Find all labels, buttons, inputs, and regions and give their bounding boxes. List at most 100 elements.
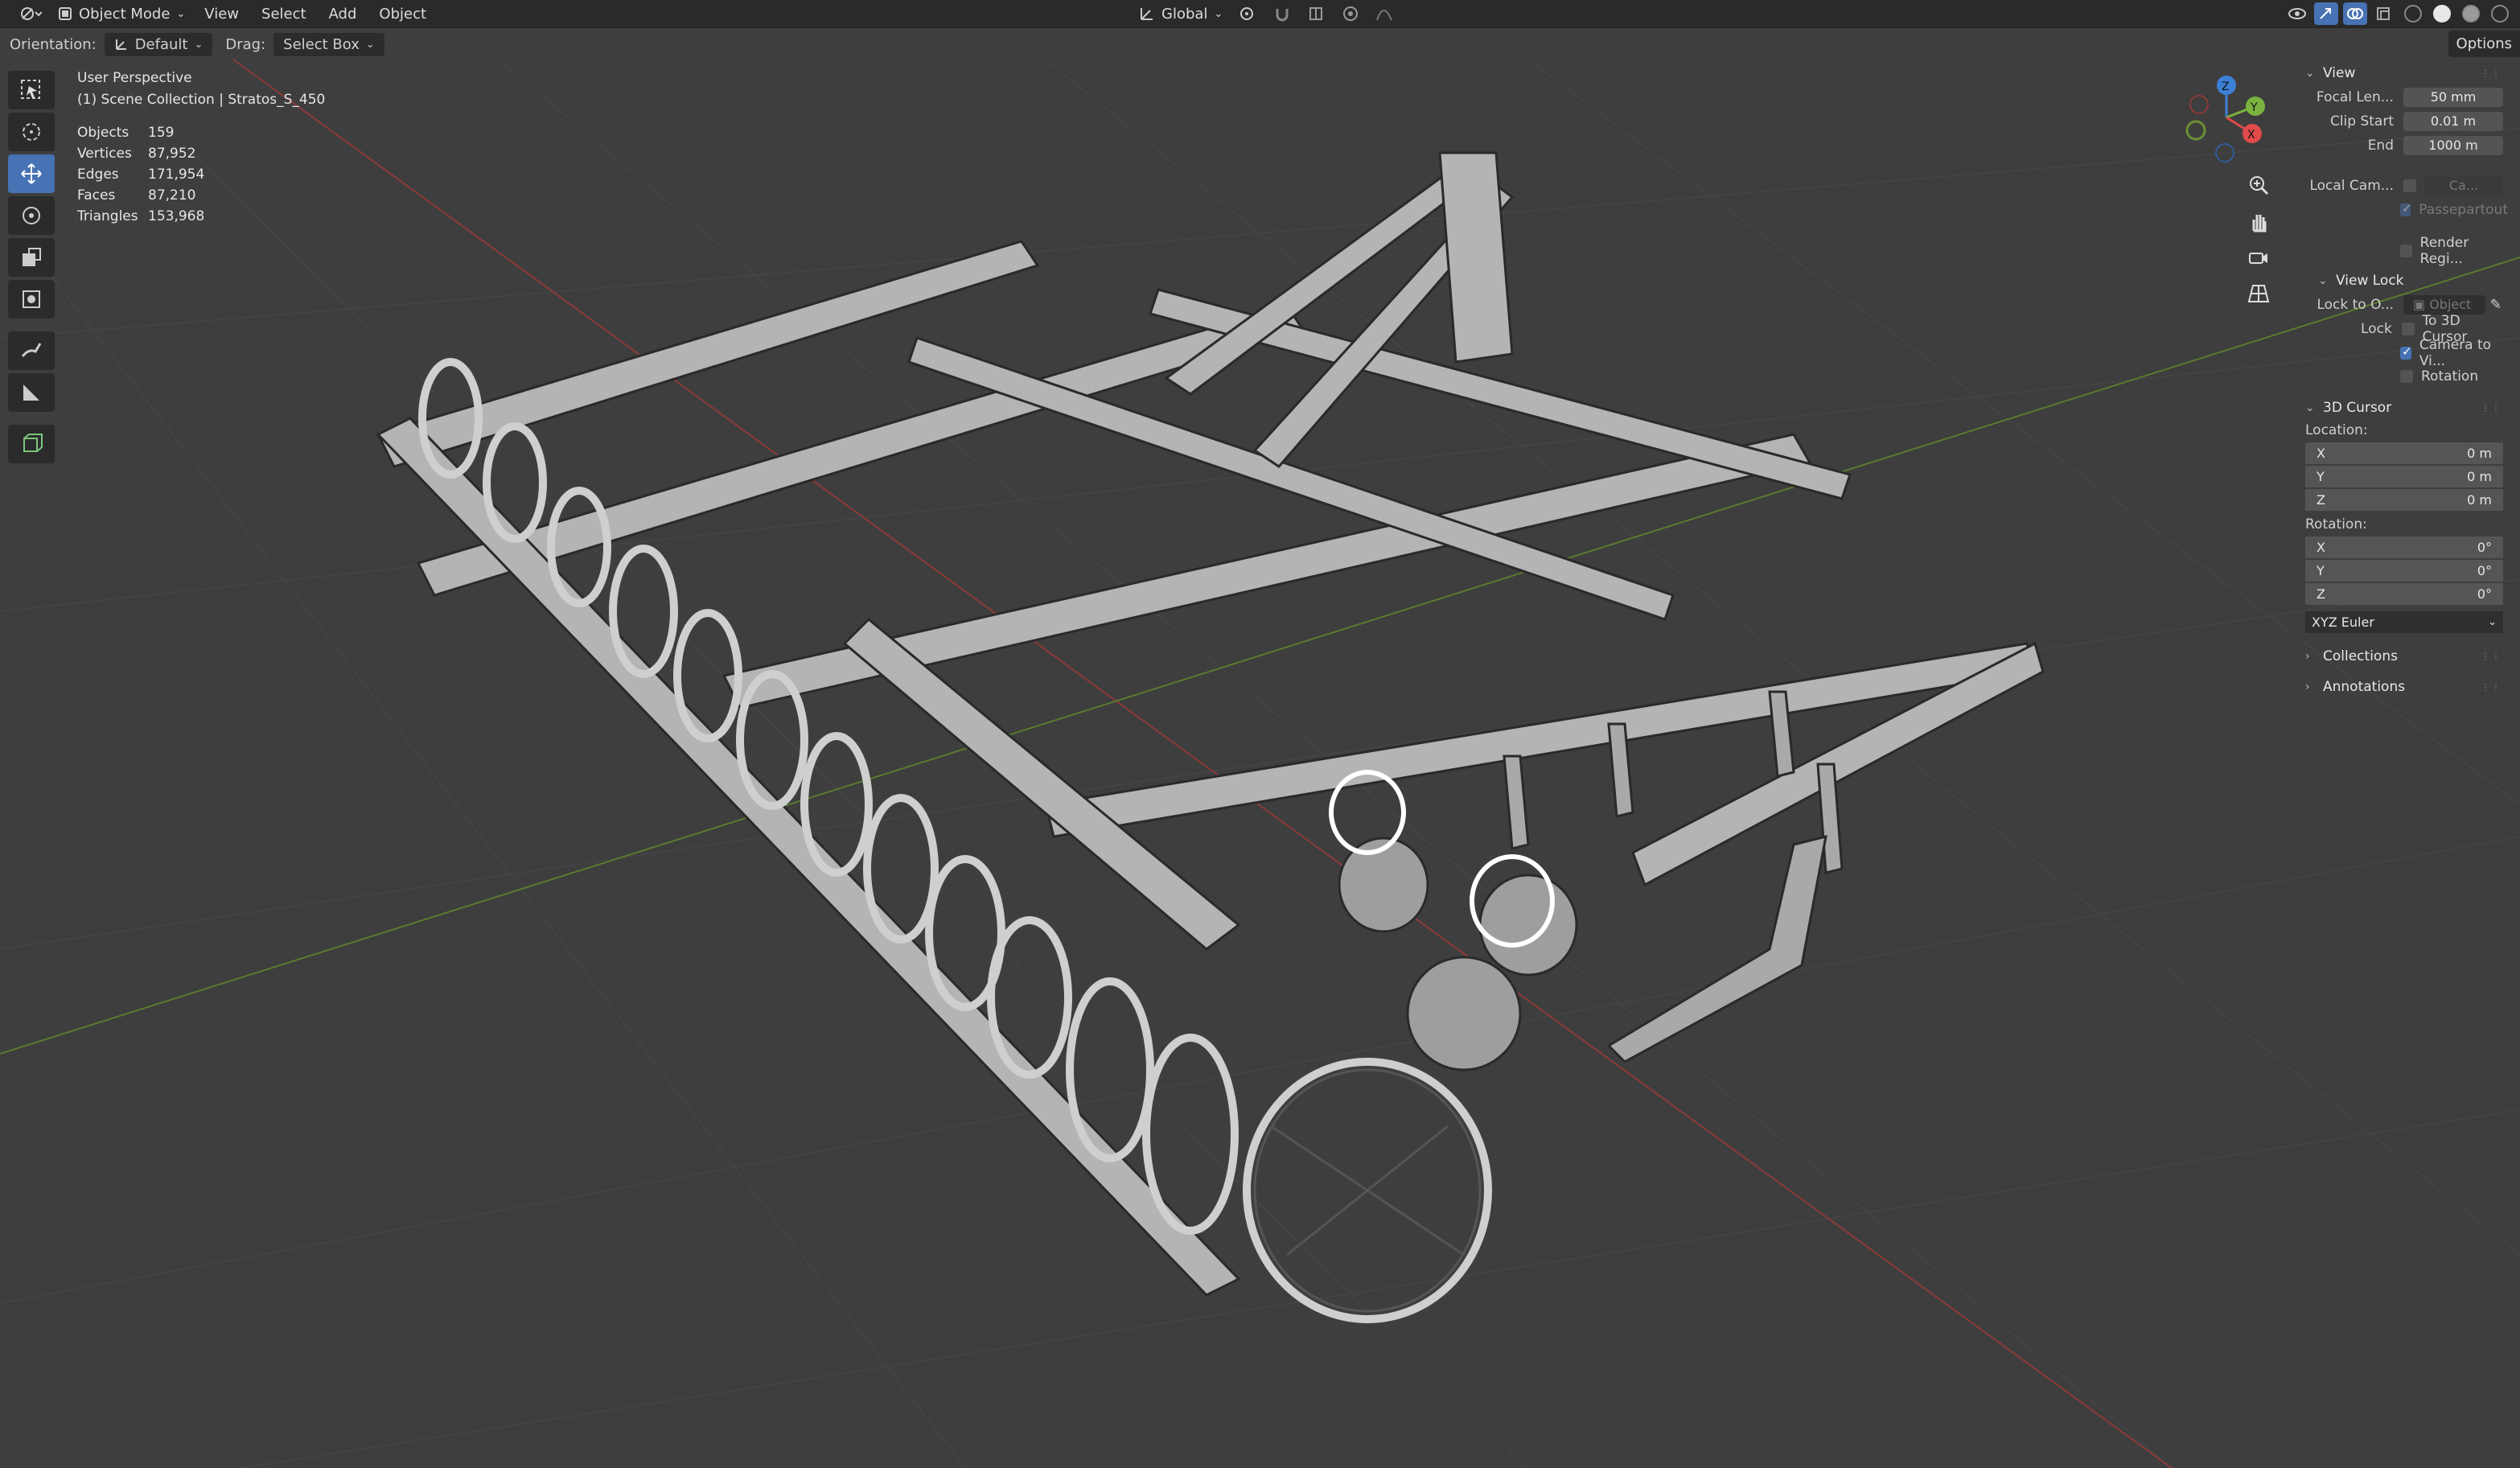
pan-button[interactable]: [2243, 205, 2275, 237]
drag-handle-icon[interactable]: ⋮⋮: [2481, 651, 2502, 662]
cursor-rotation-z[interactable]: Z 0°: [2305, 583, 2503, 605]
zoom-button[interactable]: [2243, 169, 2275, 201]
menu-select[interactable]: Select: [250, 0, 318, 27]
transform-tool[interactable]: [8, 280, 55, 319]
snap-toggle[interactable]: [1271, 2, 1295, 25]
cursor-panel-header[interactable]: ⌄ 3D Cursor ⋮⋮: [2297, 396, 2508, 420]
zoom-icon: [2250, 176, 2269, 195]
options-button[interactable]: Options: [2448, 31, 2520, 57]
stat-value: 159: [148, 125, 175, 141]
navigation-gizmo[interactable]: Z Y X: [2172, 69, 2284, 177]
annotations-panel-header[interactable]: › Annotations ⋮⋮: [2297, 675, 2508, 699]
grid-perspective-icon: [2247, 285, 2270, 302]
rendered-shading-button[interactable]: [2488, 2, 2512, 25]
select-box-tool[interactable]: [8, 71, 55, 109]
camera-icon: [2249, 253, 2267, 264]
axis-value: 0 m: [2467, 469, 2492, 484]
stat-label: Triangles: [77, 208, 138, 224]
svg-text:Y: Y: [2250, 101, 2258, 114]
stat-label: Edges: [77, 167, 119, 183]
lock-to-object-field[interactable]: ▣ Object: [2403, 295, 2485, 315]
projection-toggle-button[interactable]: [2243, 278, 2275, 310]
move-tool[interactable]: [8, 154, 55, 193]
ruler-icon: [23, 384, 39, 401]
editor-type-selector[interactable]: [8, 0, 53, 27]
snap-target-button[interactable]: [1305, 2, 1329, 25]
orientation-setting-value: Default: [134, 35, 188, 53]
collections-panel-header[interactable]: › Collections ⋮⋮: [2297, 644, 2508, 668]
scale-tool[interactable]: [8, 238, 55, 277]
focal-length-field[interactable]: 50 mm: [2403, 88, 2503, 107]
drag-setting-dropdown[interactable]: Select Box ⌄: [273, 32, 384, 56]
axis-label: Z: [2317, 492, 2325, 508]
passepartout-checkbox[interactable]: [2400, 201, 2412, 216]
chevron-down-icon: ⌄: [2305, 401, 2315, 414]
lock-rotation-checkbox[interactable]: [2400, 369, 2413, 383]
view-panel-header[interactable]: ⌄ View ⋮⋮: [2297, 61, 2508, 85]
local-camera-label: Local Cam...: [2309, 178, 2394, 194]
camera-to-view-checkbox[interactable]: [2400, 344, 2411, 360]
material-shading-button[interactable]: [2459, 2, 2483, 25]
add-cube-icon: [23, 434, 43, 452]
menu-add[interactable]: Add: [318, 0, 368, 27]
rotation-label: Rotation:: [2305, 516, 2367, 533]
tool-shelf: [8, 71, 56, 463]
mode-dropdown[interactable]: Object Mode ⌄: [50, 0, 194, 27]
cursor-location-x[interactable]: X 0 m: [2305, 442, 2503, 464]
menu-object[interactable]: Object: [368, 0, 438, 27]
render-region-row: Render Regi...: [2297, 235, 2508, 267]
cursor-location-z[interactable]: Z 0 m: [2305, 489, 2503, 511]
chevron-right-icon: ›: [2305, 681, 2310, 693]
local-camera-checkbox[interactable]: [2403, 179, 2416, 192]
eyedropper-icon[interactable]: ✎: [2490, 297, 2502, 313]
add-cube-tool[interactable]: [8, 425, 55, 463]
wireframe-shading-button[interactable]: [2401, 2, 2425, 25]
falloff-button[interactable]: [1372, 2, 1396, 25]
camera-to-view-row: Camera to Vi...: [2297, 337, 2508, 369]
camera-view-button[interactable]: [2243, 241, 2275, 273]
menu-view[interactable]: View: [193, 0, 250, 27]
chevron-right-icon: ›: [2305, 650, 2310, 663]
drag-handle-icon[interactable]: ⋮⋮: [2481, 681, 2502, 693]
render-region-checkbox[interactable]: [2400, 244, 2412, 257]
cursor-icon: [23, 123, 40, 141]
clip-start-field[interactable]: 0.01 m: [2403, 112, 2503, 131]
visibility-button[interactable]: [2285, 2, 2309, 25]
overlays-toggle[interactable]: [2343, 2, 2367, 25]
drag-handle-icon[interactable]: ⋮⋮: [2481, 402, 2502, 413]
xray-toggle[interactable]: [2372, 2, 2396, 25]
annotate-tool[interactable]: [8, 331, 55, 370]
solid-shading-button[interactable]: [2430, 2, 2454, 25]
cursor-rotation-x[interactable]: X 0°: [2305, 537, 2503, 558]
gizmo-toggle[interactable]: [2314, 2, 2338, 25]
drag-setting-value: Select Box: [283, 35, 360, 53]
chevron-down-icon: ⌄: [2488, 616, 2497, 628]
scene-statistics: Objects 159 Vertices 87,952 Edges 171,95…: [77, 122, 325, 227]
chevron-down-icon: ⌄: [194, 38, 203, 51]
clip-end-row: End 1000 m: [2297, 134, 2508, 158]
to-3d-cursor-checkbox[interactable]: [2401, 323, 2415, 335]
cursor-location-y[interactable]: Y 0 m: [2305, 466, 2503, 487]
drag-handle-icon[interactable]: ⋮⋮: [2481, 68, 2502, 79]
3d-viewport[interactable]: [0, 0, 2520, 1468]
measure-tool[interactable]: [8, 373, 55, 412]
local-camera-field[interactable]: Ca...: [2424, 176, 2503, 195]
transform-orientation-dropdown[interactable]: Global ⌄: [1134, 0, 1227, 27]
view-name: User Perspective: [77, 70, 192, 86]
pivot-point-button[interactable]: [1237, 2, 1261, 25]
lock-rotation-label: Rotation: [2421, 368, 2479, 384]
clip-end-field[interactable]: 1000 m: [2403, 136, 2503, 155]
proportional-editing-toggle[interactable]: [1338, 2, 1363, 25]
location-label: Location:: [2305, 422, 2368, 438]
cursor-rotation-y[interactable]: Y 0°: [2305, 560, 2503, 582]
axis-value: 0°: [2477, 563, 2492, 578]
stat-label: Objects: [77, 125, 129, 141]
passepartout-row: Passepartout: [2297, 198, 2508, 221]
rotation-mode-dropdown[interactable]: XYZ Euler ⌄: [2305, 611, 2503, 633]
rotate-tool[interactable]: [8, 196, 55, 235]
cursor-tool[interactable]: [8, 113, 55, 151]
view-lock-header[interactable]: ⌄ View Lock: [2297, 269, 2508, 293]
orientation-setting-dropdown[interactable]: Default ⌄: [104, 32, 213, 56]
cultivator-model: [376, 151, 2045, 1297]
object-icon: ▣: [2413, 297, 2430, 312]
